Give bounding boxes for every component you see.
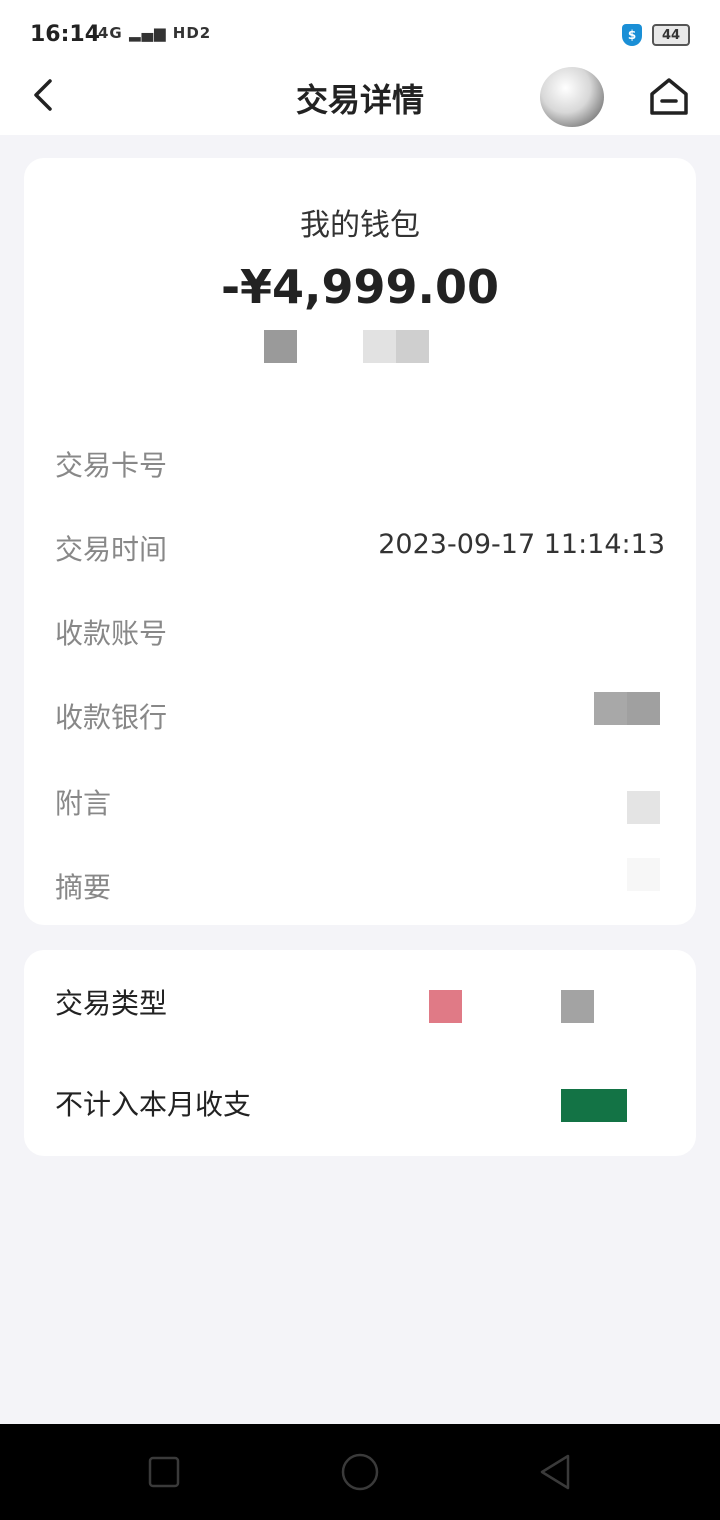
label-card-number: 交易卡号 <box>55 449 168 482</box>
label-summary: 摘要 <box>55 871 112 904</box>
header: 交易详情 <box>0 55 720 135</box>
system-nav-bar <box>0 1424 720 1520</box>
redacted-block <box>627 858 660 891</box>
label-transaction-type: 交易类型 <box>55 987 168 1020</box>
redacted-block <box>264 330 297 363</box>
square-icon <box>148 1456 180 1488</box>
home-icon <box>650 78 688 115</box>
transaction-card: 我的钱包 -¥4,999.00 交易卡号 交易时间 2023-09-17 11:… <box>24 158 696 925</box>
transaction-type-card: 交易类型 不计入本月收支 <box>24 950 696 1156</box>
nav-home-button[interactable] <box>340 1452 380 1492</box>
home-button[interactable] <box>648 75 690 117</box>
status-right-icons: $ 44 <box>622 24 690 46</box>
status-time: 16:14 <box>30 22 101 47</box>
network-indicators: 4G ▂▄▆ HD2 <box>98 24 212 42</box>
nav-back-button[interactable] <box>536 1452 576 1492</box>
redacted-block <box>627 692 660 725</box>
label-payee-account: 收款账号 <box>55 617 168 650</box>
shield-icon: $ <box>622 24 642 46</box>
redacted-block <box>363 330 396 363</box>
battery-icon: 44 <box>652 24 690 46</box>
label-transaction-time: 交易时间 <box>55 533 168 566</box>
label-remark: 附言 <box>55 787 112 820</box>
value-transaction-time: 2023-09-17 11:14:13 <box>378 529 665 560</box>
redacted-block <box>627 791 660 824</box>
circle-icon <box>341 1453 379 1491</box>
exclude-monthly-toggle[interactable] <box>561 1089 627 1122</box>
transaction-type-tag[interactable] <box>561 990 594 1023</box>
nav-recent-button[interactable] <box>144 1452 184 1492</box>
transaction-type-tag[interactable] <box>429 990 462 1023</box>
label-payee-bank: 收款银行 <box>55 701 168 734</box>
transaction-amount: -¥4,999.00 <box>220 260 500 314</box>
label-exclude-monthly: 不计入本月收支 <box>55 1088 252 1121</box>
account-name: 我的钱包 <box>300 208 420 243</box>
redacted-block <box>594 692 627 725</box>
avatar[interactable] <box>540 67 604 127</box>
triangle-left-icon <box>540 1454 570 1490</box>
page-title: 交易详情 <box>295 81 424 119</box>
redacted-block <box>396 330 429 363</box>
